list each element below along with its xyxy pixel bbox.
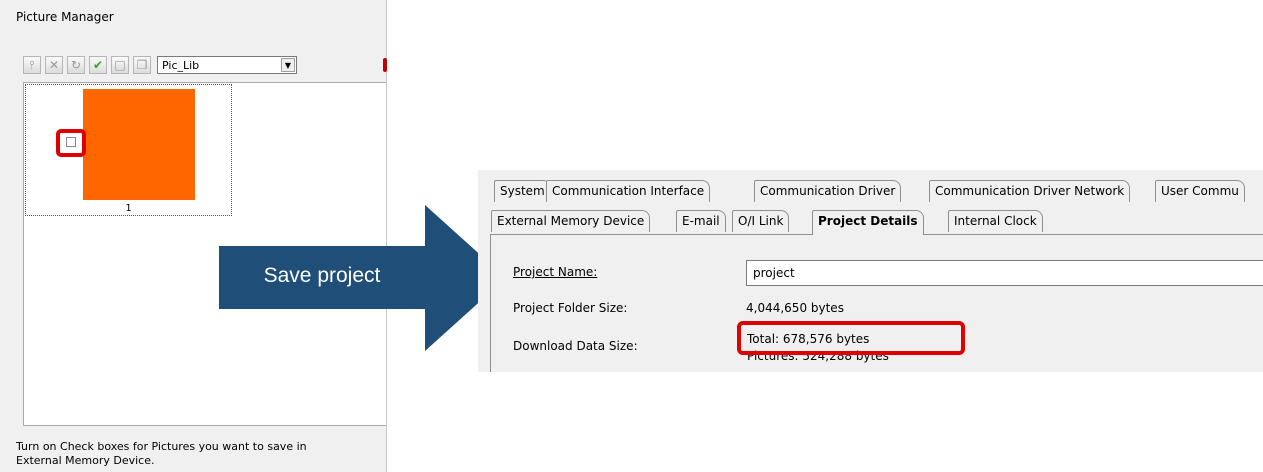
tab-oi-link[interactable]: O/I Link (732, 210, 790, 232)
help-text: Turn on Check boxes for Pictures you wan… (16, 440, 376, 468)
copy-icon[interactable]: ❐ (133, 56, 151, 74)
project-name-input[interactable] (746, 260, 1263, 286)
save-project-arrow: Save project (219, 205, 506, 351)
checkmark-icon[interactable]: ✔ (89, 56, 107, 74)
tab-communication-interface[interactable]: Communication Interface (546, 180, 711, 202)
record-icon[interactable] (383, 58, 387, 72)
tab-e-mail[interactable]: E-mail (676, 210, 726, 232)
library-select[interactable]: Pic_Lib ▼ (157, 56, 297, 74)
project-details-page: Project Name: Project Folder Size: 4,044… (490, 234, 1263, 372)
tree-icon[interactable]: ⫯ (23, 56, 41, 74)
window-title: Picture Manager (16, 10, 114, 24)
project-folder-size-value: 4,044,650 bytes (746, 301, 844, 315)
arrow-label: Save project (263, 264, 381, 287)
download-data-size-label: Download Data Size: (513, 339, 638, 353)
picture-preview (83, 89, 195, 200)
toolbar: ⫯ ✕ ↻ ✔ □ ❐ Pic_Lib ▼ (23, 55, 297, 75)
tab-external-memory-device[interactable]: External Memory Device (491, 210, 651, 232)
help-text-line: Turn on Check boxes for Pictures you wan… (16, 440, 307, 453)
tab-communication-driver[interactable]: Communication Driver (754, 180, 902, 202)
chevron-down-icon[interactable]: ▼ (281, 58, 295, 72)
system-settings-panel: System Communication Interface Communica… (478, 170, 1263, 372)
library-select-value: Pic_Lib (162, 59, 200, 72)
tab-project-details[interactable]: Project Details (812, 210, 924, 235)
help-text-line: External Memory Device. (16, 454, 155, 467)
total-highlight (737, 321, 965, 355)
tab-internal-clock[interactable]: Internal Clock (948, 210, 1043, 232)
checkbox-highlight (56, 129, 86, 157)
uncheck-icon[interactable]: □ (111, 56, 129, 74)
picture-thumbnail[interactable]: 1 (25, 84, 232, 216)
tab-communication-driver-network[interactable]: Communication Driver Network (929, 180, 1131, 202)
tab-system[interactable]: System (494, 180, 551, 202)
cut-icon[interactable]: ✕ (45, 56, 63, 74)
project-folder-size-label: Project Folder Size: (513, 301, 628, 315)
refresh-icon[interactable]: ↻ (67, 56, 85, 74)
tab-user-communication[interactable]: User Commu (1155, 180, 1245, 202)
thumbnail-label: 1 (125, 203, 132, 214)
project-name-label: Project Name: (513, 265, 598, 279)
